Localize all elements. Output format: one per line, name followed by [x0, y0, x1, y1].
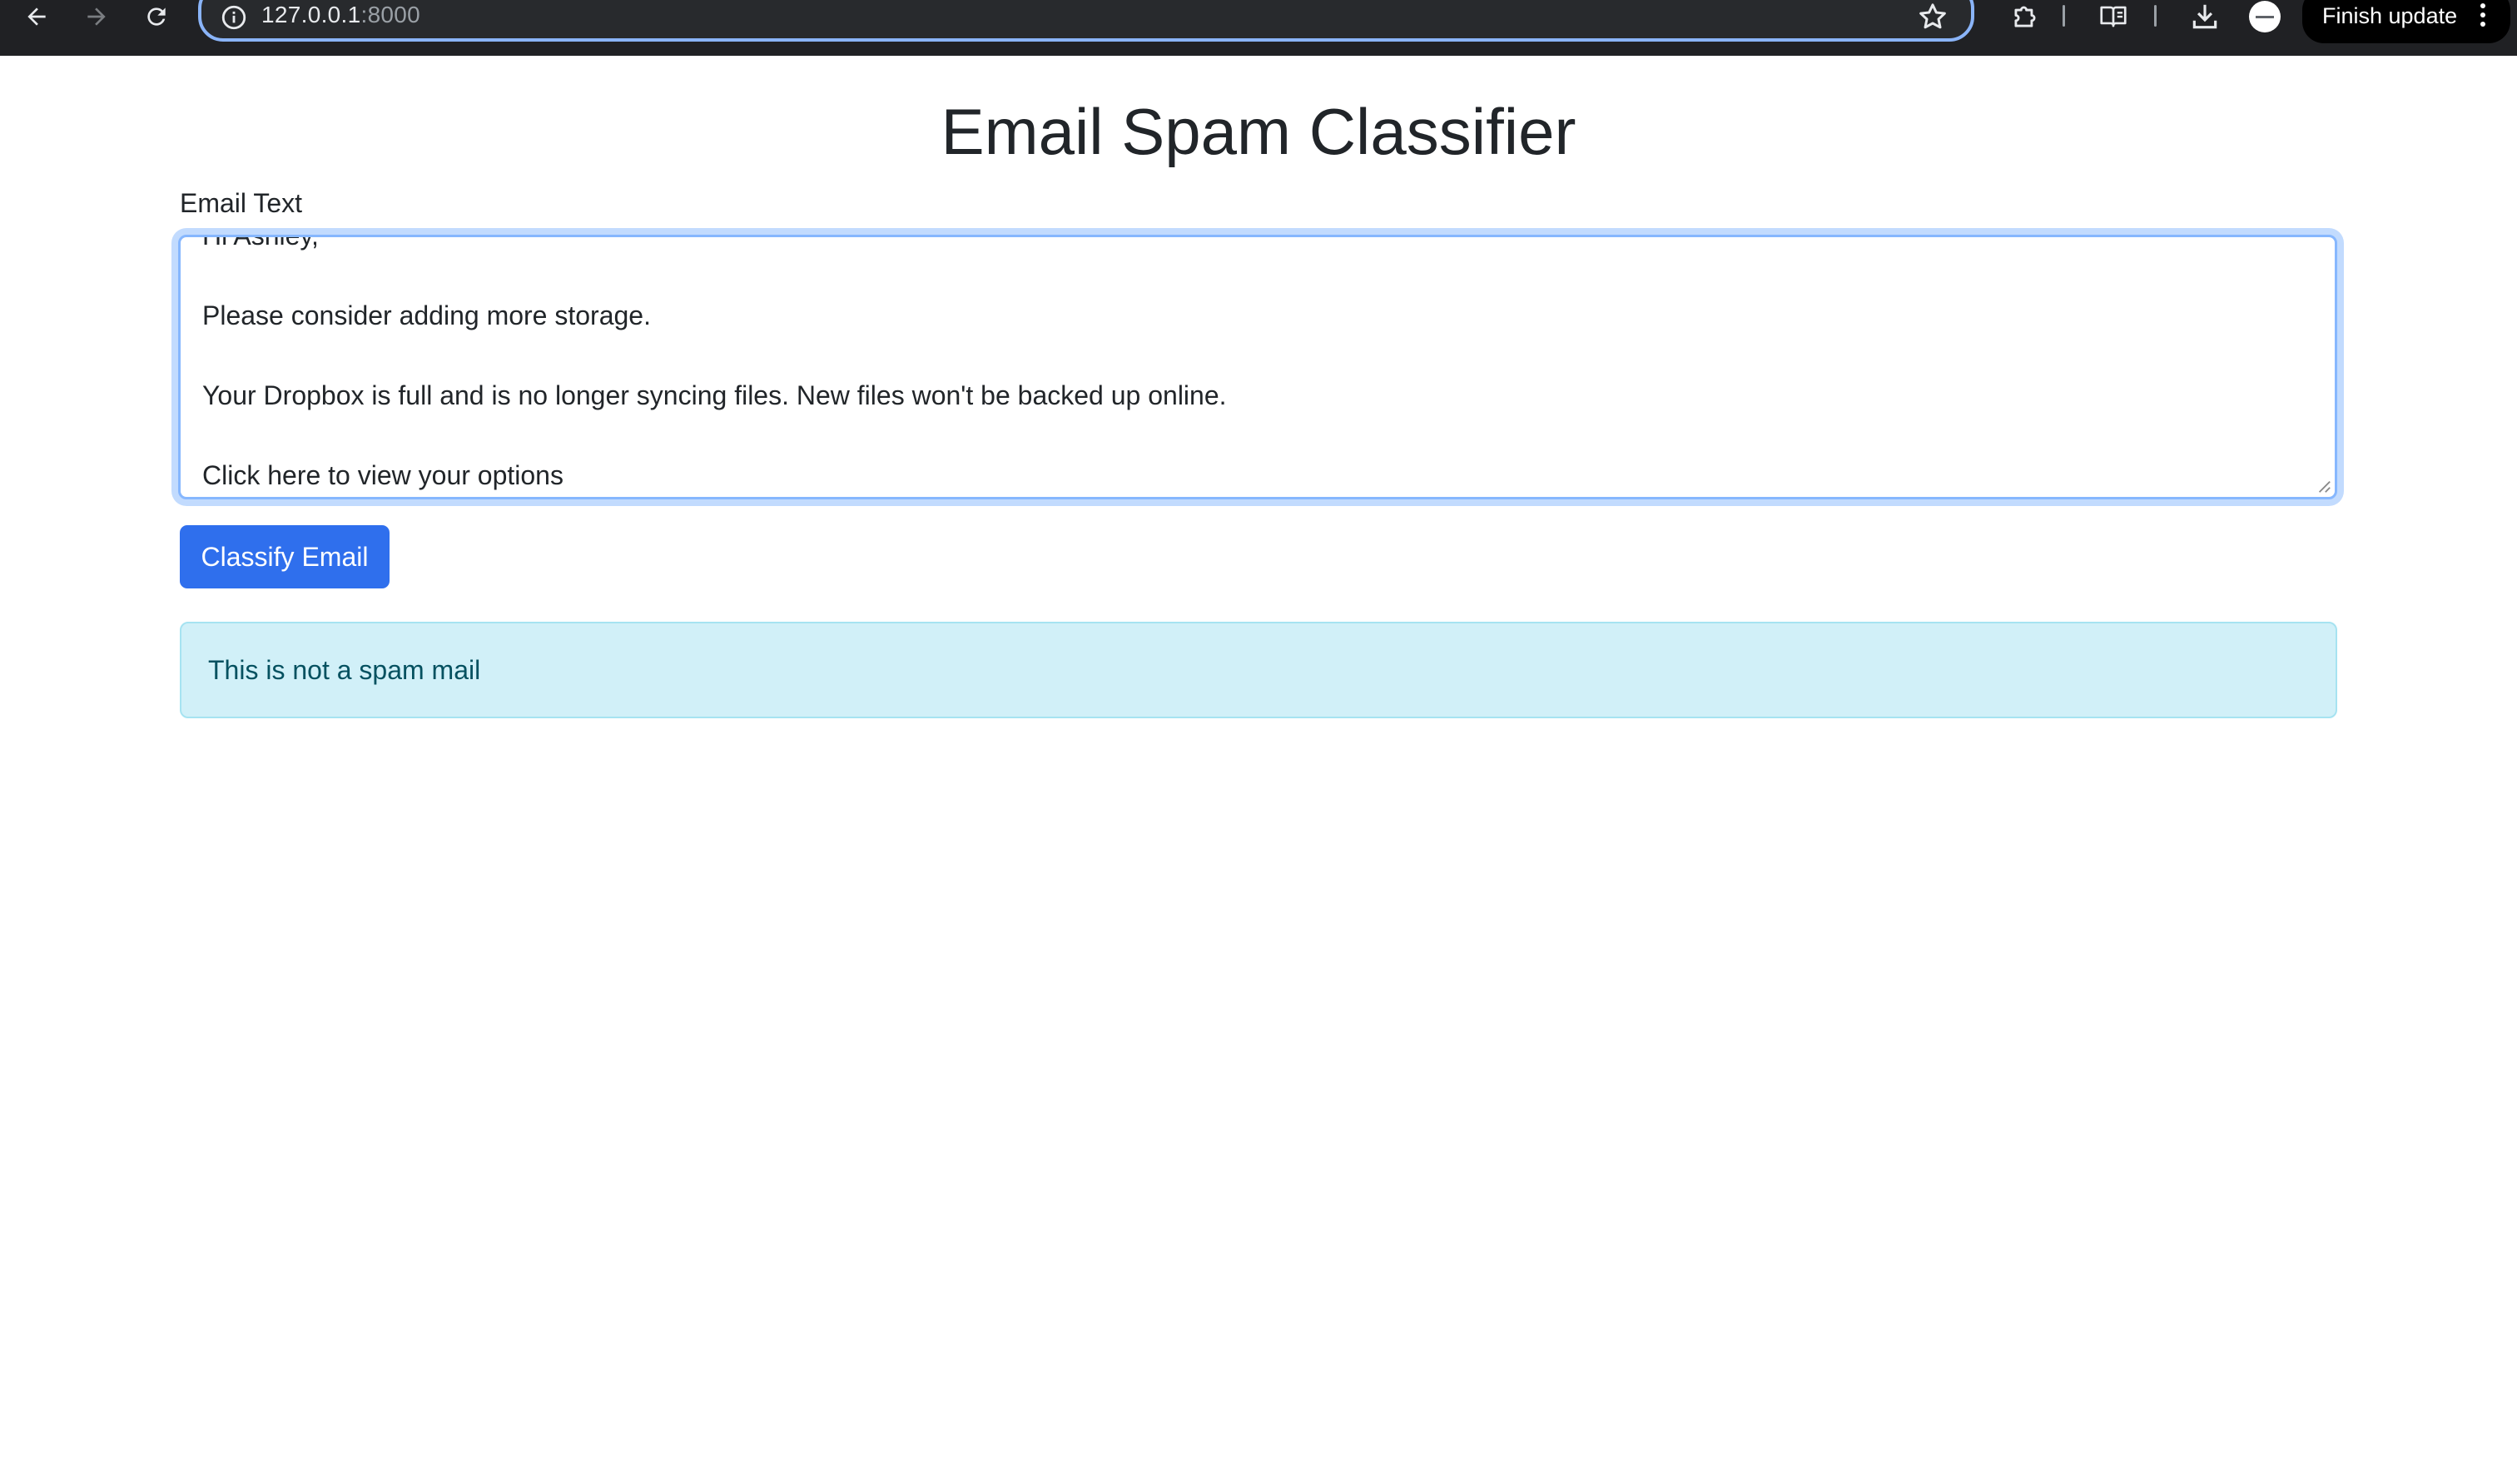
- extensions-puzzle-icon: [2014, 6, 2036, 27]
- profile-avatar[interactable]: [2249, 1, 2281, 32]
- email-text-label: Email Text: [180, 188, 303, 218]
- back-button[interactable]: [13, 0, 60, 33]
- browser-toolbar: 127.0.0.1:8000 Finish update: [0, 0, 2517, 56]
- reading-list-button[interactable]: [2093, 0, 2134, 33]
- extensions-button[interactable]: [2004, 0, 2046, 33]
- download-icon: [2192, 4, 2217, 29]
- url-host: 127.0.0.1: [261, 2, 361, 27]
- address-bar[interactable]: 127.0.0.1:8000: [198, 0, 1974, 42]
- bookmark-star-icon[interactable]: [1916, 0, 1949, 33]
- back-arrow-icon: [27, 7, 46, 26]
- forward-arrow-icon: [87, 7, 106, 26]
- reload-icon: [147, 7, 166, 26]
- classify-email-button[interactable]: Classify Email: [180, 525, 390, 588]
- result-message: This is not a spam mail: [208, 655, 481, 685]
- finish-update-label: Finish update: [2322, 3, 2458, 28]
- result-alert: This is not a spam mail: [180, 622, 2337, 718]
- downloads-button[interactable]: [2184, 0, 2226, 33]
- url-port: :8000: [360, 2, 421, 27]
- page-title: Email Spam Classifier: [941, 95, 1576, 168]
- resize-grip-icon[interactable]: [2316, 479, 2331, 494]
- email-text-value[interactable]: Hi Ashley, Please consider adding more s…: [202, 237, 1227, 495]
- more-menu-icon: [2480, 3, 2485, 28]
- toolbar-divider: [2063, 5, 2065, 27]
- toolbar-divider: [2154, 5, 2157, 27]
- finish-update-button[interactable]: Finish update: [2302, 0, 2510, 43]
- email-text-input[interactable]: Hi Ashley, Please consider adding more s…: [178, 235, 2337, 499]
- reading-list-icon: [2100, 6, 2127, 27]
- site-info-icon[interactable]: [220, 3, 248, 32]
- forward-button[interactable]: [73, 0, 120, 33]
- avatar-placeholder-icon: [2256, 15, 2274, 18]
- reload-button[interactable]: [133, 0, 180, 33]
- address-url[interactable]: 127.0.0.1:8000: [261, 2, 420, 28]
